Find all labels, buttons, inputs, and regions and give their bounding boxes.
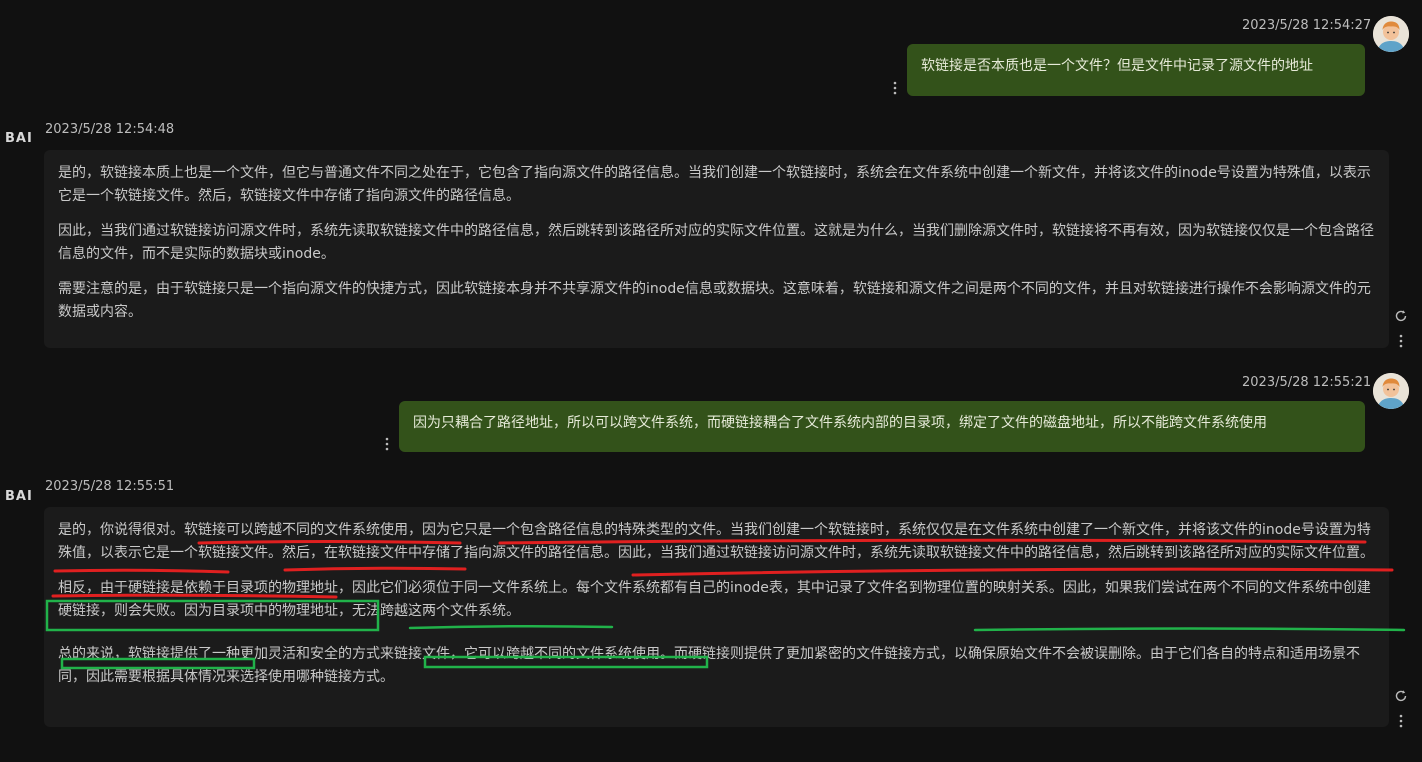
user-message-bubble: 软链接是否本质也是一个文件？但是文件中记录了源文件的地址 <box>907 44 1365 96</box>
user-avatar-icon <box>1373 373 1409 409</box>
assistant-paragraph: 相反，由于硬链接是依赖于目录项的物理地址，因此它们必须位于同一文件系统上。每个文… <box>58 580 1371 619</box>
user-avatar-icon <box>1373 16 1409 52</box>
message-timestamp: 2023/5/28 12:54:27 <box>1242 18 1372 33</box>
assistant-sender-label: BAI <box>5 489 33 504</box>
message-timestamp: 2023/5/28 12:55:21 <box>1242 375 1372 390</box>
user-message-bubble: 因为只耦合了路径地址，所以可以跨文件系统，而硬链接耦合了文件系统内部的目录项，绑… <box>399 401 1365 452</box>
kebab-menu-icon[interactable] <box>1399 714 1403 728</box>
kebab-menu-icon[interactable] <box>385 437 389 451</box>
user-message-text: 软链接是否本质也是一个文件？但是文件中记录了源文件的地址 <box>921 58 1313 74</box>
kebab-menu-icon[interactable] <box>1399 334 1403 348</box>
assistant-paragraph: 是的，你说得很对。软链接可以跨越不同的文件系统使用，因为它只是一个包含路径信息的… <box>58 522 1374 561</box>
refresh-icon[interactable] <box>1394 689 1408 703</box>
kebab-menu-icon[interactable] <box>893 81 897 95</box>
assistant-sender-label: BAI <box>5 131 33 146</box>
user-message-text: 因为只耦合了路径地址，所以可以跨文件系统，而硬链接耦合了文件系统内部的目录项，绑… <box>413 415 1267 431</box>
assistant-message-bubble: 是的，你说得很对。软链接可以跨越不同的文件系统使用，因为它只是一个包含路径信息的… <box>44 507 1389 727</box>
assistant-paragraph: 因此，当我们通过软链接访问源文件时，系统先读取软链接文件中的路径信息，然后跳转到… <box>58 223 1374 262</box>
message-timestamp: 2023/5/28 12:54:48 <box>45 122 175 137</box>
assistant-paragraph: 是的，软链接本质上也是一个文件，但它与普通文件不同之处在于，它包含了指向源文件的… <box>58 165 1371 204</box>
chat-page: 2023/5/28 12:54:27 软链接是否本质也是一个文件？但是文件中记录… <box>0 0 1422 762</box>
refresh-icon[interactable] <box>1394 309 1408 323</box>
message-timestamp: 2023/5/28 12:55:51 <box>45 479 175 494</box>
assistant-message-bubble: 是的，软链接本质上也是一个文件，但它与普通文件不同之处在于，它包含了指向源文件的… <box>44 150 1389 348</box>
assistant-paragraph: 需要注意的是，由于软链接只是一个指向源文件的快捷方式，因此软链接本身并不共享源文… <box>58 281 1371 320</box>
assistant-paragraph: 总的来说，软链接提供了一种更加灵活和安全的方式来链接文件，它可以跨越不同的文件系… <box>58 646 1360 685</box>
